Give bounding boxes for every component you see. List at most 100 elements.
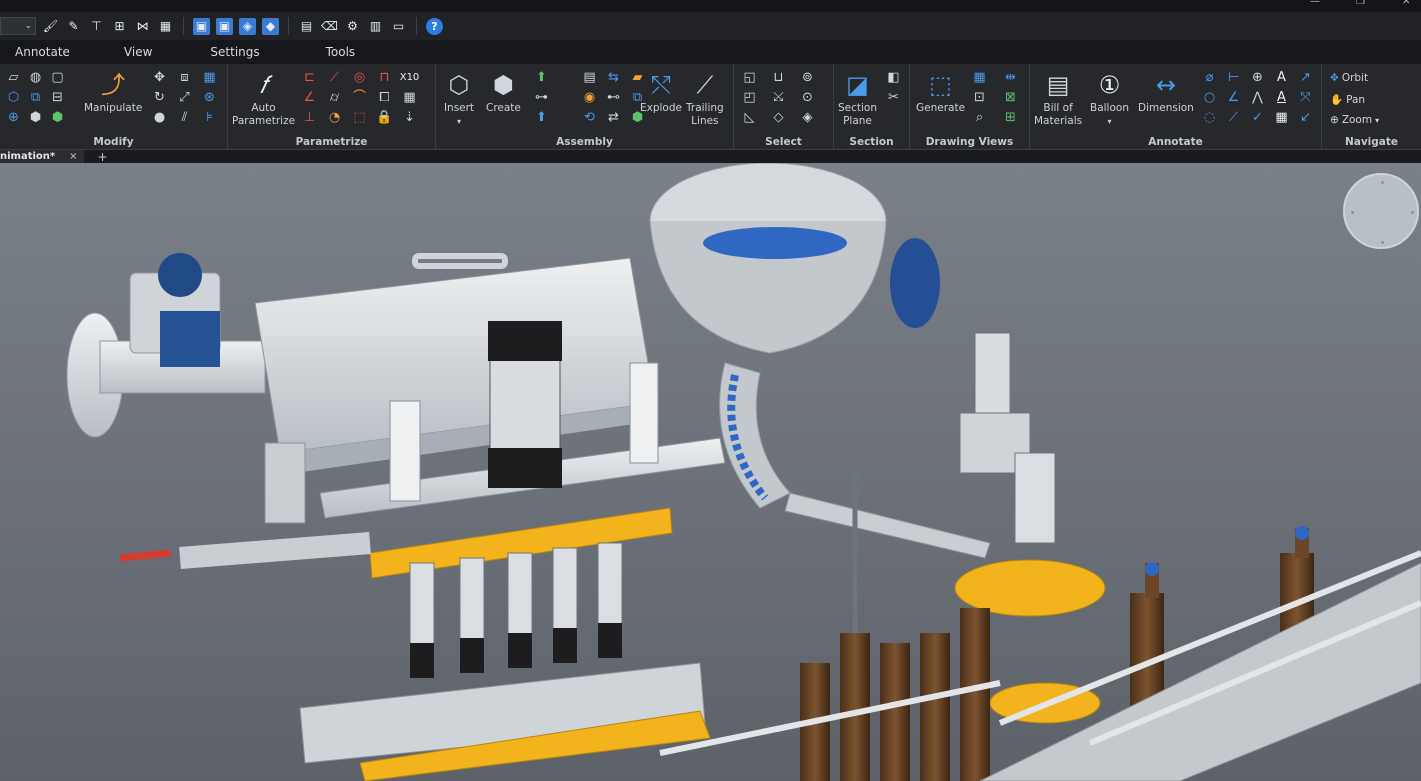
workspace-dropdown[interactable]: ⌄ [0, 17, 36, 35]
model-viewport[interactable] [0, 163, 1421, 781]
parallel-icon[interactable]: ⧠ [375, 89, 394, 106]
update-view-icon[interactable]: ⊠ [1001, 89, 1020, 106]
variables-table-icon[interactable]: ▦ [400, 89, 419, 106]
minimize-icon[interactable]: — [1310, 0, 1320, 7]
zoom-button[interactable]: ⊕ Zoom ▾ [1330, 114, 1379, 126]
balloon-button[interactable]: ① Balloon ▾ [1090, 68, 1129, 128]
cube-check-icon[interactable]: ⬢ [48, 109, 67, 126]
select-similar-icon[interactable]: ⊚ [798, 69, 817, 86]
dissolve-icon[interactable]: ⊶ [532, 89, 551, 106]
x10-icon[interactable]: X10 [400, 69, 420, 86]
box-outline-icon[interactable]: ▢ [48, 69, 67, 86]
union-icon[interactable]: ⊕ [4, 109, 23, 126]
radial-icon[interactable]: ⟋ [1224, 109, 1243, 126]
radius-icon[interactable]: ◔ [325, 109, 344, 126]
select-body-icon[interactable]: ◰ [740, 89, 759, 106]
cube-icon[interactable]: ⬢ [26, 109, 45, 126]
create-button[interactable]: ⬢ Create [486, 68, 521, 115]
generate-button[interactable]: ⬚ Generate [916, 68, 965, 115]
bill-of-materials-button[interactable]: ▤ Bill of Materials [1034, 68, 1082, 128]
pan-button[interactable]: ✋ Pan [1330, 93, 1365, 107]
detail-view-icon[interactable]: ⊡ [970, 89, 989, 106]
explode-button[interactable]: ⤲ Explode [640, 68, 682, 115]
select-chain-icon[interactable]: ⤩ [769, 89, 788, 106]
view-cube-iso-icon[interactable]: ◈ [239, 17, 256, 35]
view-navigation-wheel[interactable] [1343, 173, 1419, 249]
scale-icon[interactable]: ⤢ [175, 89, 194, 106]
solid-box-icon[interactable]: ⬡ [4, 89, 23, 106]
help-icon[interactable]: ? [426, 17, 443, 35]
manipulate-button[interactable]: ⤴ Manipulate [84, 68, 142, 115]
rotate-icon[interactable]: ↻ [150, 89, 169, 106]
view-cube-top-icon[interactable]: ▣ [216, 17, 233, 35]
table-icon[interactable]: ▤ [298, 18, 315, 35]
lock-icon[interactable]: 🔒 [375, 109, 394, 126]
pattern-icon[interactable]: ⊛ [200, 89, 219, 106]
eraser-icon[interactable]: ⌫ [321, 18, 338, 35]
concentric-icon[interactable]: ◎ [350, 69, 369, 86]
pencil-icon[interactable]: ✎ [65, 18, 82, 35]
sync-icon[interactable]: ⇄ [604, 109, 623, 126]
angle-constraint-icon[interactable]: ∠ [300, 89, 319, 106]
arc-dimension-icon[interactable]: ◌ [1200, 109, 1219, 126]
perpendicular-icon[interactable]: ⊥ [300, 109, 319, 126]
close-icon[interactable]: × [69, 151, 77, 162]
select-all-icon[interactable]: ◈ [798, 109, 817, 126]
text-icon[interactable]: A [1272, 69, 1291, 86]
brush-icon[interactable]: 🖌 [42, 18, 59, 35]
add-tab-icon[interactable]: + [98, 150, 108, 164]
cylinder-icon[interactable]: ⌭ [325, 89, 344, 106]
check-text-icon[interactable]: ✓ [1248, 109, 1267, 126]
tab-view[interactable]: View [92, 45, 174, 59]
view-cube-front-icon[interactable]: ▣ [193, 17, 210, 35]
mate-icon[interactable]: ◉ [580, 89, 599, 106]
linear-dimension-icon[interactable]: ⊢ [1224, 69, 1243, 86]
view-cube-side-icon[interactable]: ◆ [262, 17, 279, 35]
circle-icon[interactable]: ○ [1200, 89, 1219, 106]
align-icon[interactable]: ⊧ [200, 109, 219, 126]
rigid-set-icon[interactable]: ⬚ [350, 109, 369, 126]
layout-icon[interactable]: ▭ [390, 18, 407, 35]
leader-text-icon[interactable]: ↗ [1296, 69, 1315, 86]
section-view-icon[interactable]: ◧ [884, 69, 903, 86]
select-face-icon[interactable]: ◱ [740, 69, 759, 86]
orbit-button[interactable]: ✥ Orbit [1330, 72, 1368, 84]
select-filter-icon[interactable]: ◇ [769, 109, 788, 126]
insert-button[interactable]: ⬡ Insert ▾ [442, 68, 476, 128]
components-icon[interactable]: ▦ [157, 18, 174, 35]
shell-icon[interactable]: ◍ [26, 69, 45, 86]
select-loop-icon[interactable]: ⊙ [798, 89, 817, 106]
array-icon[interactable]: ▦ [200, 69, 219, 86]
stack-up-icon[interactable]: ⬆ [532, 109, 551, 126]
restore-icon[interactable]: ❐ [1356, 0, 1365, 7]
cycle-icon[interactable]: ⟲ [580, 109, 599, 126]
mirror-icon[interactable]: ⫽ [175, 109, 194, 126]
tab-settings[interactable]: Settings [174, 45, 281, 59]
search-view-icon[interactable]: ⌕ [970, 109, 989, 126]
parameter-icon[interactable]: ⇣ [400, 109, 419, 126]
edit-sheet-icon[interactable]: ▥ [367, 18, 384, 35]
cubes-icon[interactable]: ⧉ [26, 89, 45, 106]
sphere-icon[interactable]: ● [150, 109, 169, 126]
gear-icon[interactable]: ⚙ [344, 18, 361, 35]
dimension-button[interactable]: ↔ Dimension [1138, 68, 1194, 115]
document-tab-animation[interactable]: nimation* × [0, 150, 84, 163]
base-view-icon[interactable]: ▦ [970, 69, 989, 86]
hierarchy-icon[interactable]: ⊞ [111, 18, 128, 35]
projected-view-icon[interactable]: ⇹ [1001, 69, 1020, 86]
wireframe-box-icon[interactable]: ▱ [4, 69, 23, 86]
export-view-icon[interactable]: ⊞ [1001, 109, 1020, 126]
insert-part-icon[interactable]: ⬆ [532, 69, 551, 86]
center-mark-icon[interactable]: ⊕ [1248, 69, 1267, 86]
copy-icon[interactable]: ⧈ [175, 69, 194, 86]
move-icon[interactable]: ✥ [150, 69, 169, 86]
tolerance-text-icon[interactable]: A [1272, 89, 1291, 106]
document-icon[interactable]: ▤ [580, 69, 599, 86]
section-plane-button[interactable]: ◪ Section Plane [838, 68, 877, 128]
diameter-icon[interactable]: ⌀ [1200, 69, 1219, 86]
distance-constraint-icon[interactable]: ⊏ [300, 69, 319, 86]
tab-annotate[interactable]: Annotate [0, 45, 92, 59]
structure-icon[interactable]: ⋈ [134, 18, 151, 35]
datum-icon[interactable]: ⋀ [1248, 89, 1267, 106]
fix-icon[interactable]: ⊓ [375, 69, 394, 86]
